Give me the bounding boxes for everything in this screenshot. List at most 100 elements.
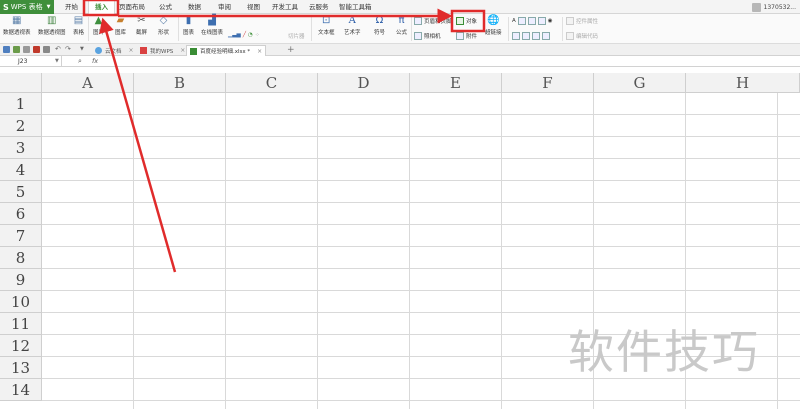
row-header[interactable]: 9 [0, 269, 42, 291]
attachment-button[interactable]: 附件 [456, 32, 477, 40]
pivot-chart-button[interactable]: ▥ 数据透视图 [38, 15, 66, 37]
avatar [751, 2, 761, 12]
form-controls-row-1[interactable]: A ◉ [512, 17, 553, 25]
control-properties-button[interactable]: 控件属性 [566, 17, 598, 25]
combobox-control-icon [522, 32, 530, 40]
tab-formulas[interactable]: 公式 [159, 0, 172, 14]
redo-icon[interactable]: ↷ [65, 46, 72, 53]
header-footer-button[interactable]: 页眉和页脚 [414, 17, 452, 25]
hyperlink-button[interactable]: 🌐 超链接 [485, 15, 502, 37]
column-header[interactable]: F [502, 73, 594, 93]
column-header[interactable]: D [318, 73, 410, 93]
row-header[interactable]: 8 [0, 247, 42, 269]
row-header[interactable]: 4 [0, 159, 42, 181]
edit-code-label: 编辑代码 [576, 34, 599, 40]
undo-icon[interactable]: ↶ [55, 46, 62, 53]
magnifier-icon[interactable]: ⌕ [78, 56, 82, 67]
formula-input[interactable] [104, 57, 794, 66]
object-label: 对象 [466, 19, 478, 25]
new-tab-plus-icon[interactable]: + [287, 45, 295, 55]
tab-insert[interactable]: 插入 [88, 0, 115, 14]
screenshot-button[interactable]: ✂ 截屏 [135, 15, 148, 37]
app-name: WPS 表格 [10, 3, 43, 11]
column-header[interactable]: C [226, 73, 318, 93]
picture-button[interactable]: ▲ 图片 [92, 15, 105, 37]
select-all-corner[interactable] [0, 73, 42, 93]
gallery-button[interactable]: ▰ 图库 [114, 15, 127, 37]
online-chart-button[interactable]: ▟ 在线图表 [201, 15, 224, 37]
textbox-button[interactable]: ⊡ 文本框 [318, 15, 335, 37]
new-file-icon[interactable] [3, 46, 10, 53]
row-header[interactable]: 2 [0, 115, 42, 137]
symbol-label: 符号 [373, 30, 385, 36]
formula-button[interactable]: π 公式 [395, 15, 408, 37]
print-preview-icon[interactable] [43, 46, 50, 53]
shapes-label: 形状 [157, 30, 169, 36]
object-icon [456, 17, 464, 25]
row-header[interactable]: 14 [0, 379, 42, 401]
pdf-export-icon[interactable] [33, 46, 40, 53]
doc-tab-label: 云文档 [105, 48, 122, 55]
tab-developer[interactable]: 开发工具 [272, 0, 298, 14]
save-icon[interactable] [13, 46, 20, 53]
menu-bar: S WPS 表格 ▼ 开始 插入 页面布局 公式 数据 审阅 视图 开发工具 云… [0, 0, 800, 14]
column-header[interactable]: B [134, 73, 226, 93]
bar-chart-icon: ▮ [185, 15, 192, 26]
column-header[interactable]: H [686, 73, 800, 93]
tab-review[interactable]: 审阅 [218, 0, 231, 14]
ribbon-separator [311, 17, 312, 41]
object-button[interactable]: 对象 [456, 17, 477, 25]
row-header[interactable]: 11 [0, 313, 42, 335]
column-header[interactable]: E [410, 73, 502, 93]
pivot-table-button[interactable]: ▦ 数据透视表 [3, 15, 31, 37]
slicer-button[interactable]: 切片器 [288, 32, 305, 40]
row-header[interactable]: 1 [0, 93, 42, 115]
table-button[interactable]: ▤ 表格 [72, 15, 85, 37]
column-header[interactable]: G [594, 73, 686, 93]
customize-toolbar-icon[interactable]: ▼ [80, 46, 87, 53]
online-chart-label: 在线图表 [201, 30, 224, 36]
row-header[interactable]: 3 [0, 137, 42, 159]
chevron-down-icon[interactable]: ▼ [55, 56, 59, 67]
close-icon[interactable]: × [129, 47, 134, 54]
shapes-button[interactable]: ◇ 形状 [157, 15, 170, 37]
chart-button[interactable]: ▮ 图表 [182, 15, 195, 37]
wordart-button[interactable]: A 艺术字 [344, 15, 361, 37]
listbox-control-icon [512, 32, 520, 40]
print-icon[interactable] [23, 46, 30, 53]
tab-cloud-service[interactable]: 云服务 [309, 0, 329, 14]
symbol-button[interactable]: Ω 符号 [373, 15, 386, 37]
chart-type-mini-icons[interactable]: ▁▃▅ ╱ ◔ ⁘ [228, 32, 259, 38]
row-header[interactable]: 7 [0, 225, 42, 247]
name-box[interactable]: J23 [0, 56, 62, 67]
tab-home[interactable]: 开始 [65, 0, 78, 14]
row-header[interactable]: 12 [0, 335, 42, 357]
doc-tab-cloud[interactable]: 云文档 × [92, 45, 137, 56]
pivot-table-label: 数据透视表 [3, 30, 31, 36]
slicer-label: 切片器 [288, 34, 305, 40]
tab-page-layout[interactable]: 页面布局 [119, 0, 145, 14]
doc-tab-my-wps[interactable]: 我的WPS × [137, 45, 188, 56]
column-header[interactable]: A [42, 73, 134, 93]
pivot-chart-icon: ▥ [47, 15, 57, 26]
tab-data[interactable]: 数据 [188, 0, 201, 14]
doc-tab-workbook[interactable]: 百度经验明细.xlsx * × [186, 45, 267, 56]
formula-bar: J23 ▼ ⌕ fx [0, 56, 800, 67]
row-header[interactable]: 10 [0, 291, 42, 313]
tab-smart-toolbox[interactable]: 智能工具箱 [339, 0, 372, 14]
user-account[interactable]: 1370532... [751, 1, 796, 13]
app-menu-button[interactable]: S WPS 表格 ▼ [0, 0, 54, 14]
camera-button[interactable]: 照相机 [414, 32, 441, 40]
row-header[interactable]: 5 [0, 181, 42, 203]
row-header[interactable]: 13 [0, 357, 42, 379]
close-icon[interactable]: × [257, 48, 262, 55]
row-header[interactable]: 6 [0, 203, 42, 225]
hyperlink-label: 超链接 [485, 30, 502, 36]
edit-code-button[interactable]: 编辑代码 [566, 32, 598, 40]
insert-function-icon[interactable]: fx [92, 56, 98, 67]
spinner-control-icon [532, 32, 540, 40]
tab-view[interactable]: 视图 [247, 0, 260, 14]
form-controls-row-2[interactable] [512, 32, 550, 40]
close-icon[interactable]: × [180, 47, 185, 54]
shapes-icon: ◇ [159, 15, 168, 26]
